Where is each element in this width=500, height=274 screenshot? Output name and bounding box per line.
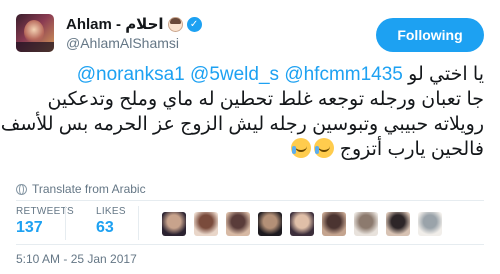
tears-of-joy-emoji-icon: [291, 138, 312, 158]
liker-avatar[interactable]: [194, 212, 218, 236]
tweet-timestamp[interactable]: 5:10 AM - 25 Jan 2017: [16, 252, 137, 266]
avatar[interactable]: [16, 14, 54, 52]
avatar-face: [24, 20, 44, 44]
following-button[interactable]: Following: [376, 18, 484, 52]
likes-count: 63: [95, 219, 114, 236]
avatar-band: [16, 42, 54, 52]
divider: [16, 244, 484, 245]
tweet-line-3: رويلاته حبيبي وتبوسين رجله ليش الزوج عز …: [0, 114, 484, 135]
tweet-header: Ahlam - احلام ✓ @AhlamAlShamsi Following: [16, 14, 484, 54]
likes-stat[interactable]: LIKES 63: [96, 206, 126, 237]
liker-avatar[interactable]: [162, 212, 186, 236]
tweet-line-2: جا تعبان ورجله توجعه غلط تحطين له ماي وم…: [47, 89, 484, 110]
likes-label: LIKES: [95, 206, 126, 217]
translate-label: Translate from Arabic: [32, 182, 146, 196]
liker-avatar[interactable]: [354, 212, 378, 236]
tweet-text: @noranksa1 @5weld_s @hfcmm1435 يا اختي ل…: [0, 62, 484, 178]
globe-icon: [16, 183, 27, 195]
tears-of-joy-emoji-icon: [314, 138, 335, 158]
tweet-stats: RETWEETS 137 LIKES 63: [16, 206, 126, 237]
mention-noranksa1[interactable]: @noranksa1: [77, 64, 190, 85]
liker-avatar[interactable]: [386, 212, 410, 236]
stat-separator: [65, 206, 66, 240]
tweet-line-1: @noranksa1 @5weld_s @hfcmm1435 يا اختي ل…: [16, 62, 484, 87]
liker-avatars: [162, 212, 442, 236]
tweet-text-segment: يا اختي لو: [408, 64, 484, 85]
verified-badge-icon: ✓: [186, 16, 202, 32]
liker-avatar[interactable]: [322, 212, 346, 236]
liker-avatar[interactable]: [226, 212, 250, 236]
translate-link[interactable]: Translate from Arabic: [16, 182, 146, 196]
user-handle[interactable]: @AhlamAlShamsi: [66, 35, 179, 51]
display-name[interactable]: Ahlam - احلام: [66, 15, 164, 33]
name-line: Ahlam - احلام ✓: [66, 15, 202, 33]
mention-5weld-s[interactable]: @5weld_s: [190, 64, 284, 85]
liker-avatar[interactable]: [418, 212, 442, 236]
tweet-line-4: فالحين يارب أتزوج: [16, 137, 484, 162]
mention-hfcmm1435[interactable]: @hfcmm1435: [284, 64, 408, 85]
stat-separator: [138, 206, 139, 240]
tweet-text-segment: فالحين يارب أتزوج: [339, 139, 484, 160]
girl-emoji-icon: [167, 16, 183, 32]
liker-avatar[interactable]: [258, 212, 282, 236]
divider: [16, 200, 484, 201]
liker-avatar[interactable]: [290, 212, 314, 236]
